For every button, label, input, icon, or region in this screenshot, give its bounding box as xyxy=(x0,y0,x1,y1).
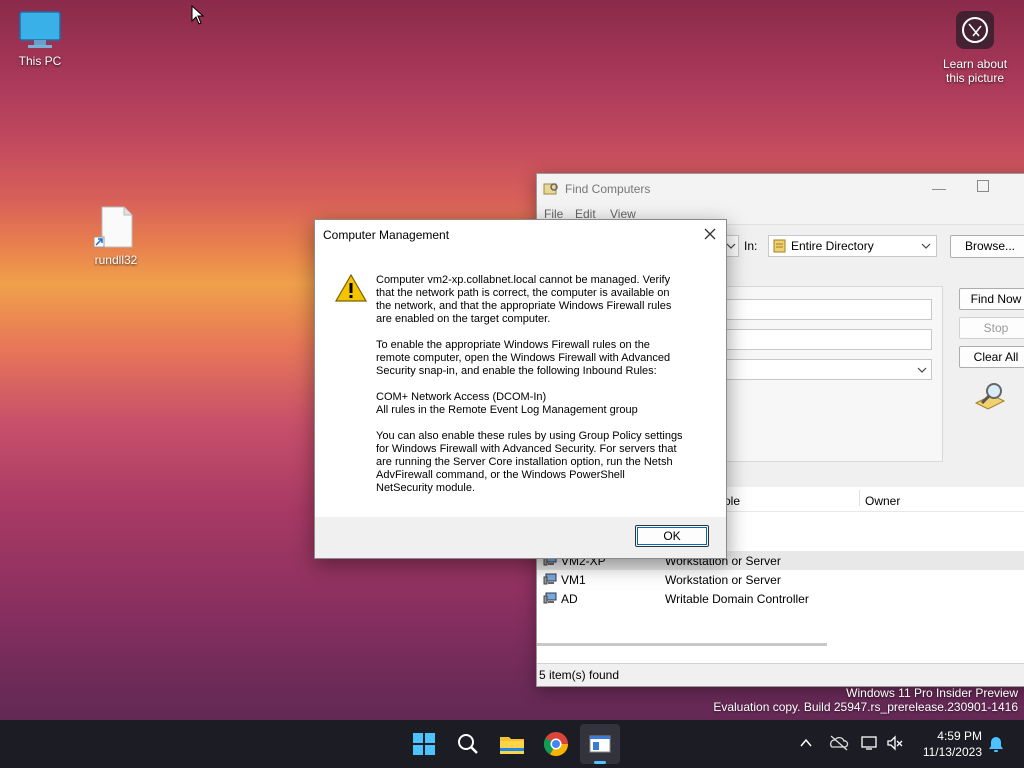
monitor-icon xyxy=(19,11,61,48)
browse-button[interactable]: Browse... xyxy=(950,235,1024,258)
column-divider xyxy=(859,490,860,506)
close-icon[interactable] xyxy=(704,228,716,240)
row-type: Workstation or Server xyxy=(665,573,781,587)
column-owner[interactable]: Owner xyxy=(865,494,900,508)
find-computers-app-icon xyxy=(543,183,558,195)
horizontal-scrollbar[interactable] xyxy=(537,643,827,646)
stop-button[interactable]: Stop xyxy=(959,317,1024,339)
network-icon[interactable] xyxy=(861,734,879,752)
start-icon[interactable] xyxy=(408,728,440,760)
clock[interactable]: 4:59 PM 11/13/2023 xyxy=(912,728,982,760)
chrome-icon[interactable] xyxy=(540,728,572,760)
dialog-message-1: Computer vm2-xp.collabnet.local cannot b… xyxy=(376,274,672,325)
status-text: 5 item(s) found xyxy=(539,668,620,682)
chevron-up-icon[interactable] xyxy=(799,736,813,750)
in-label: In: xyxy=(744,239,758,253)
find-computers-title: Find Computers xyxy=(565,182,651,196)
role-dropdown[interactable] xyxy=(723,359,932,380)
ok-button[interactable]: OK xyxy=(635,525,709,547)
table-row[interactable]: VM1 Workstation or Server xyxy=(537,570,1024,589)
find-now-button[interactable]: Find Now xyxy=(959,288,1024,310)
computer-name-input[interactable] xyxy=(723,299,932,320)
in-location-value: Entire Directory xyxy=(791,239,874,253)
chevron-down-icon xyxy=(726,243,736,249)
watermark-line2: Evaluation copy. Build 25947.rs_prerelea… xyxy=(713,700,1018,714)
file-explorer-icon[interactable] xyxy=(496,728,528,760)
onedrive-offline-icon[interactable] xyxy=(829,734,849,752)
find-computers-titlebar[interactable]: Find Computers — xyxy=(537,174,1024,204)
dialog-body: Computer vm2-xp.collabnet.local cannot b… xyxy=(315,250,726,517)
dialog-message-3: COM+ Network Access (DCOM-In) All rules … xyxy=(376,391,638,416)
dialog-message-4: You can also enable these rules by using… xyxy=(376,430,683,494)
minimize-icon[interactable]: — xyxy=(932,180,946,196)
maximize-icon[interactable] xyxy=(977,180,989,192)
computer-management-dialog: Computer Management Computer vm2-xp.coll… xyxy=(314,219,727,559)
clock-time: 4:59 PM xyxy=(937,729,982,743)
row-type: Writable Domain Controller xyxy=(665,592,809,606)
description-input[interactable] xyxy=(723,329,932,350)
active-indicator xyxy=(594,761,606,764)
row-name: VM1 xyxy=(561,573,586,587)
status-bar: 5 item(s) found xyxy=(537,663,1024,686)
learn-about-line1: Learn about xyxy=(942,57,1008,71)
warning-icon xyxy=(335,274,367,302)
computer-icon xyxy=(543,592,557,604)
watermark-line1: Windows 11 Pro Insider Preview xyxy=(846,686,1018,700)
active-app-icon xyxy=(589,735,611,753)
dialog-titlebar[interactable]: Computer Management xyxy=(315,220,726,250)
learn-about-picture[interactable]: Learn about this picture xyxy=(930,10,1020,85)
table-row[interactable]: AD Writable Domain Controller xyxy=(537,589,1024,608)
computer-icon xyxy=(543,573,557,585)
search-magnifier-icon xyxy=(974,383,1006,410)
volume-muted-icon[interactable] xyxy=(886,734,904,752)
rundll32-label: rundll32 xyxy=(94,253,138,267)
row-name: AD xyxy=(561,592,578,606)
mouse-cursor-icon xyxy=(191,5,205,25)
clock-date: 11/13/2023 xyxy=(922,745,982,759)
camera-lens-icon xyxy=(956,11,994,49)
taskbar: 4:59 PM 11/13/2023 xyxy=(0,720,1024,768)
active-app-button[interactable] xyxy=(580,724,620,764)
in-location-dropdown[interactable]: Entire Directory xyxy=(768,235,937,257)
file-shortcut-icon xyxy=(94,206,133,248)
search-icon[interactable] xyxy=(452,728,484,760)
learn-about-line2: this picture xyxy=(945,71,1005,85)
chevron-down-icon xyxy=(921,243,931,249)
clear-all-button[interactable]: Clear All xyxy=(959,346,1024,368)
chevron-down-icon xyxy=(917,367,927,373)
evaluation-watermark: Windows 11 Pro Insider Preview Evaluatio… xyxy=(713,686,1018,714)
dialog-title: Computer Management xyxy=(323,228,450,242)
notification-bell-icon[interactable] xyxy=(988,735,1004,753)
this-pc-desktop-icon[interactable]: This PC xyxy=(0,10,80,68)
rundll32-desktop-icon[interactable]: rundll32 xyxy=(76,205,156,267)
dialog-message-2: To enable the appropriate Windows Firewa… xyxy=(376,339,671,377)
directory-icon xyxy=(773,239,786,253)
this-pc-label: This PC xyxy=(18,54,62,68)
